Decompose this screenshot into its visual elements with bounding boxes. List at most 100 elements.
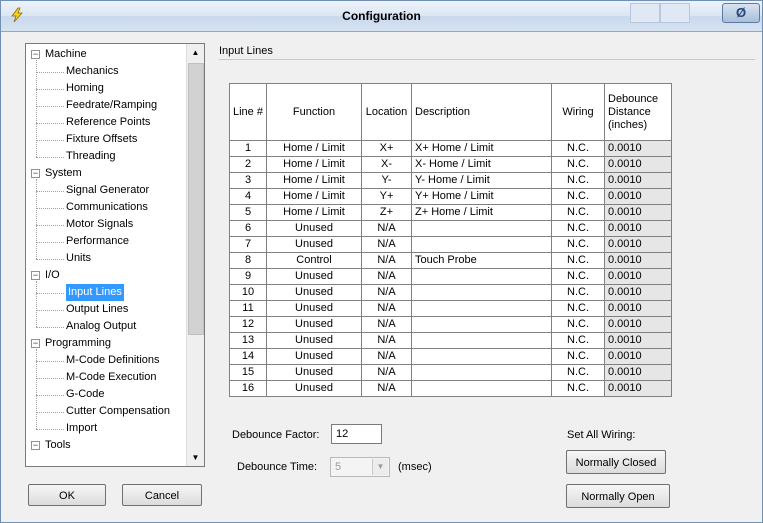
cell-description[interactable]: [411, 236, 552, 253]
tree-group-label[interactable]: I/O: [45, 267, 60, 284]
cell-wiring[interactable]: N.C.: [551, 348, 605, 365]
debounce-time-select[interactable]: 5 ▼: [330, 457, 390, 477]
debounce-factor-input[interactable]: 12: [331, 424, 382, 444]
cell-wiring[interactable]: N.C.: [551, 332, 605, 349]
collapse-icon[interactable]: −: [31, 271, 40, 280]
cell-debounce-distance[interactable]: 0.0010: [604, 316, 672, 333]
cell-location[interactable]: N/A: [361, 300, 412, 317]
table-row[interactable]: 2 Home / Limit X- X- Home / Limit N.C. 0.0010: [229, 156, 672, 173]
cell-location[interactable]: X-: [361, 156, 412, 173]
cell-wiring[interactable]: N.C.: [551, 236, 605, 253]
cell-wiring[interactable]: N.C.: [551, 252, 605, 269]
cell-wiring[interactable]: N.C.: [551, 140, 605, 157]
cell-debounce-distance[interactable]: 0.0010: [604, 140, 672, 157]
table-row[interactable]: 10 Unused N/A N.C. 0.0010: [229, 284, 672, 301]
cell-location[interactable]: Z+: [361, 204, 412, 221]
cell-wiring[interactable]: N.C.: [551, 268, 605, 285]
collapse-icon[interactable]: −: [31, 50, 40, 59]
cell-description[interactable]: X+ Home / Limit: [411, 140, 552, 157]
tree-group-label[interactable]: System: [45, 165, 82, 182]
table-row[interactable]: 3 Home / Limit Y- Y- Home / Limit N.C. 0.0010: [229, 172, 672, 189]
cell-location[interactable]: N/A: [361, 348, 412, 365]
cell-wiring[interactable]: N.C.: [551, 156, 605, 173]
cell-debounce-distance[interactable]: 0.0010: [604, 300, 672, 317]
tree-group-label[interactable]: Machine: [45, 46, 87, 63]
cell-debounce-distance[interactable]: 0.0010: [604, 172, 672, 189]
cell-wiring[interactable]: N.C.: [551, 172, 605, 189]
input-lines-table[interactable]: Line # Function Location Description Wir…: [229, 83, 672, 397]
tree-group-label[interactable]: Tools: [45, 437, 71, 454]
cell-debounce-distance[interactable]: 0.0010: [604, 332, 672, 349]
cell-description[interactable]: [411, 364, 552, 381]
tree-scrollbar[interactable]: ▲ ▼: [186, 44, 204, 466]
cell-line-number[interactable]: 4: [229, 188, 267, 205]
cell-line-number[interactable]: 8: [229, 252, 267, 269]
cell-description[interactable]: [411, 380, 552, 397]
normally-closed-button[interactable]: Normally Closed: [566, 450, 666, 474]
cell-wiring[interactable]: N.C.: [551, 316, 605, 333]
cell-function[interactable]: Unused: [266, 332, 362, 349]
cell-debounce-distance[interactable]: 0.0010: [604, 252, 672, 269]
cell-location[interactable]: N/A: [361, 220, 412, 237]
cell-debounce-distance[interactable]: 0.0010: [604, 348, 672, 365]
table-row[interactable]: 5 Home / Limit Z+ Z+ Home / Limit N.C. 0.0010: [229, 204, 672, 221]
cancel-button[interactable]: Cancel: [122, 484, 202, 506]
chevron-down-icon[interactable]: ▼: [372, 459, 388, 475]
cell-function[interactable]: Unused: [266, 300, 362, 317]
cell-function[interactable]: Home / Limit: [266, 156, 362, 173]
minimize-button[interactable]: [630, 3, 660, 23]
cell-line-number[interactable]: 9: [229, 268, 267, 285]
tree-item[interactable]: Homing: [66, 80, 104, 97]
tree-item[interactable]: M-Code Definitions: [66, 352, 160, 369]
tree-item[interactable]: Feedrate/Ramping: [66, 97, 157, 114]
settings-tree[interactable]: − Machine Mechanics Homing Feedrate/Ramping R…: [25, 43, 205, 467]
cell-function[interactable]: Unused: [266, 284, 362, 301]
table-row[interactable]: 11 Unused N/A N.C. 0.0010: [229, 300, 672, 317]
table-row[interactable]: 15 Unused N/A N.C. 0.0010: [229, 364, 672, 381]
tree-item[interactable]: Fixture Offsets: [66, 131, 137, 148]
cell-line-number[interactable]: 14: [229, 348, 267, 365]
cell-description[interactable]: [411, 348, 552, 365]
cell-wiring[interactable]: N.C.: [551, 204, 605, 221]
cell-description[interactable]: Y- Home / Limit: [411, 172, 552, 189]
tree-item[interactable]: G-Code: [66, 386, 105, 403]
cell-location[interactable]: N/A: [361, 316, 412, 333]
cell-location[interactable]: X+: [361, 140, 412, 157]
tree-item[interactable]: Units: [66, 250, 91, 267]
close-icon[interactable]: Ø: [722, 3, 760, 23]
table-row[interactable]: 7 Unused N/A N.C. 0.0010: [229, 236, 672, 253]
cell-line-number[interactable]: 7: [229, 236, 267, 253]
tree-item[interactable]: Mechanics: [66, 63, 119, 80]
cell-debounce-distance[interactable]: 0.0010: [604, 364, 672, 381]
cell-debounce-distance[interactable]: 0.0010: [604, 204, 672, 221]
cell-debounce-distance[interactable]: 0.0010: [604, 188, 672, 205]
cell-function[interactable]: Home / Limit: [266, 204, 362, 221]
cell-location[interactable]: N/A: [361, 236, 412, 253]
maximize-button[interactable]: [660, 3, 690, 23]
cell-debounce-distance[interactable]: 0.0010: [604, 236, 672, 253]
cell-line-number[interactable]: 1: [229, 140, 267, 157]
cell-function[interactable]: Unused: [266, 364, 362, 381]
tree-item[interactable]: Input Lines: [66, 284, 124, 301]
tree-item[interactable]: Signal Generator: [66, 182, 149, 199]
collapse-icon[interactable]: −: [31, 169, 40, 178]
tree-item[interactable]: Performance: [66, 233, 129, 250]
cell-line-number[interactable]: 10: [229, 284, 267, 301]
cell-description[interactable]: Z+ Home / Limit: [411, 204, 552, 221]
title-bar[interactable]: Configuration Ø: [1, 1, 762, 32]
tree-item[interactable]: Communications: [66, 199, 148, 216]
ok-button[interactable]: OK: [28, 484, 106, 506]
table-row[interactable]: 14 Unused N/A N.C. 0.0010: [229, 348, 672, 365]
cell-line-number[interactable]: 11: [229, 300, 267, 317]
cell-line-number[interactable]: 6: [229, 220, 267, 237]
cell-line-number[interactable]: 12: [229, 316, 267, 333]
cell-wiring[interactable]: N.C.: [551, 220, 605, 237]
cell-description[interactable]: Y+ Home / Limit: [411, 188, 552, 205]
cell-description[interactable]: X- Home / Limit: [411, 156, 552, 173]
cell-location[interactable]: N/A: [361, 332, 412, 349]
table-row[interactable]: 4 Home / Limit Y+ Y+ Home / Limit N.C. 0.0010: [229, 188, 672, 205]
cell-function[interactable]: Unused: [266, 220, 362, 237]
cell-function[interactable]: Home / Limit: [266, 188, 362, 205]
table-row[interactable]: 1 Home / Limit X+ X+ Home / Limit N.C. 0.0010: [229, 140, 672, 157]
tree-item[interactable]: M-Code Execution: [66, 369, 157, 386]
